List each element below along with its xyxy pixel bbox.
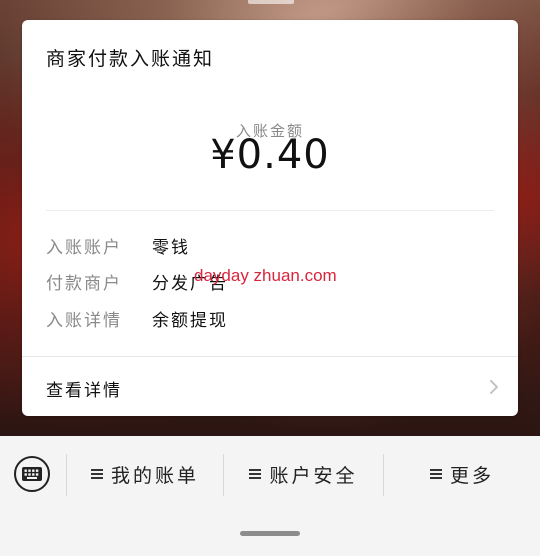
detail-key: 付款商户 — [46, 274, 122, 294]
detail-value: 余额提现 — [152, 311, 228, 331]
top-notch-indicator — [248, 0, 294, 4]
detail-key: 入账账户 — [46, 238, 122, 258]
bottom-menu-area: 我的账单 账户安全 更多 — [0, 436, 540, 556]
menu-item-label: 更多 — [449, 464, 494, 487]
card-title: 商家付款入账通知 — [46, 48, 215, 70]
payment-notification-card: 商家付款入账通知 入账金额 ¥0.40 入账账户 零钱 付款商户 分发广告 入账… — [22, 20, 518, 416]
menu-item-account-security[interactable]: 账户安全 — [224, 458, 383, 490]
watermark-text: dayday zhuan.com — [194, 266, 337, 285]
menu-item-label: 我的账单 — [110, 464, 199, 487]
detail-key: 入账详情 — [46, 311, 122, 331]
divider — [46, 210, 494, 211]
menu-item-my-bill[interactable]: 我的账单 — [67, 458, 223, 490]
menu-lines-icon — [90, 469, 103, 479]
view-details-link[interactable]: 查看详情 — [22, 357, 518, 416]
chevron-right-icon — [490, 380, 498, 394]
detail-value: 零钱 — [152, 238, 190, 258]
official-account-menu: 我的账单 账户安全 更多 — [0, 436, 540, 512]
menu-item-label: 账户安全 — [269, 464, 358, 487]
menu-lines-icon — [429, 469, 442, 479]
view-details-label: 查看详情 — [46, 381, 122, 401]
keyboard-icon[interactable] — [12, 454, 52, 494]
amount-value: ¥0.40 — [210, 132, 330, 178]
home-indicator[interactable] — [240, 531, 300, 536]
menu-item-more[interactable]: 更多 — [384, 458, 540, 490]
menu-lines-icon — [249, 469, 262, 479]
